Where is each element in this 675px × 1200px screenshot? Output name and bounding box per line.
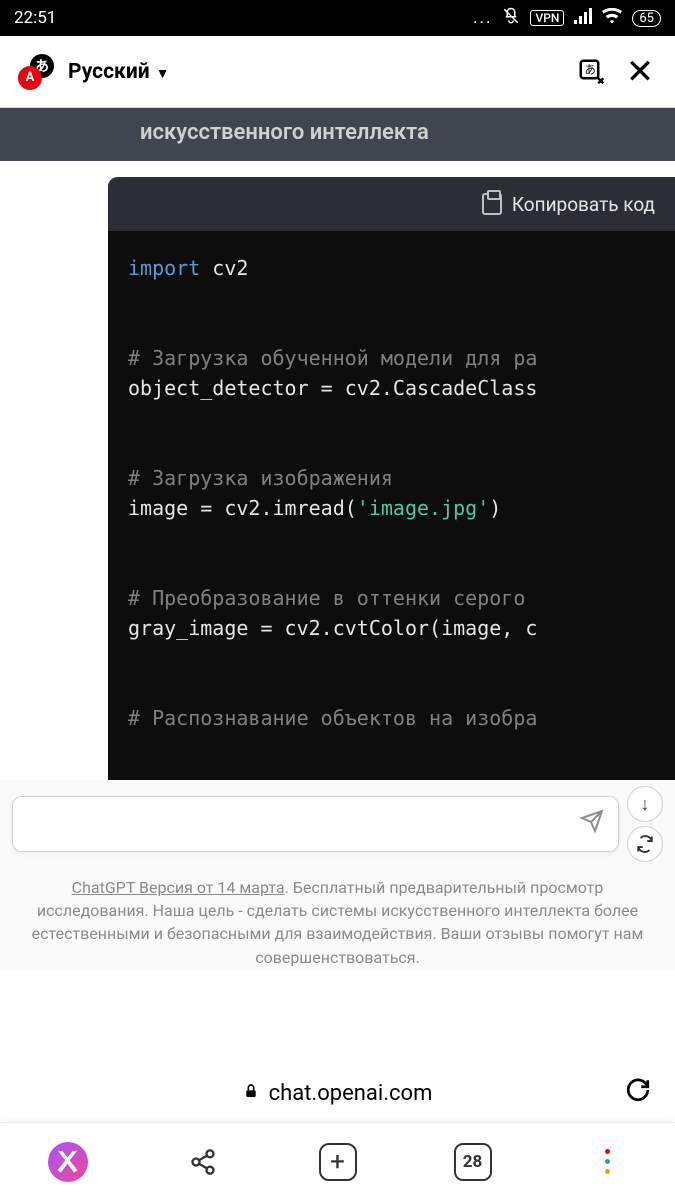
translate-logo-icon: あ A [18,54,54,90]
menu-button[interactable] [584,1138,632,1186]
vpn-badge: VPN [530,10,564,26]
chevron-down-icon: ▼ [156,66,170,82]
code-header: Копировать код [108,177,675,231]
assistant-text-fragment: искусственного интеллекта [0,118,675,161]
browser-bottom-nav: + 28 [0,1122,675,1200]
code-block: Копировать код import cv2 # Загрузка обу… [108,177,675,817]
message-input[interactable] [12,796,619,852]
battery-badge: 65 [632,10,661,27]
new-tab-button[interactable]: + [314,1138,362,1186]
wifi-icon [602,8,622,29]
version-link[interactable]: ChatGPT Версия от 14 марта [72,878,285,897]
mute-icon [502,7,520,30]
more-dots-icon: ... [473,8,492,28]
status-time: 22:51 [14,8,56,28]
reload-icon[interactable] [625,1077,651,1110]
language-label: Русский [68,60,150,84]
input-area: ↓ ChatGPT Версия от 14 марта. Бесплатный… [0,780,675,969]
yandex-logo-icon [48,1142,88,1182]
status-icons: ... VPN 65 [473,7,661,30]
home-button[interactable] [44,1138,92,1186]
language-selector[interactable]: Русский ▼ [68,60,169,84]
tabs-count: 28 [454,1143,492,1181]
signal-icon [574,8,592,29]
share-button[interactable] [179,1138,227,1186]
regenerate-button[interactable] [627,826,663,862]
content-separator [0,108,675,118]
status-bar: 22:51 ... VPN 65 [0,0,675,36]
clipboard-icon [482,193,502,215]
translate-bar: あ A Русский ▼ あ ✕ [0,36,675,108]
tabs-button[interactable]: 28 [449,1138,497,1186]
translate-settings-icon[interactable]: あ [575,55,609,89]
svg-text:あ: あ [585,63,596,76]
copy-code-button[interactable]: Копировать код [512,193,655,216]
code-content: import cv2 # Загрузка обученной модели д… [108,231,675,755]
scroll-down-button[interactable]: ↓ [627,786,663,822]
menu-dots-icon [605,1149,610,1174]
plus-icon: + [319,1143,357,1181]
url-text: chat.openai.com [269,1081,433,1106]
footer-disclaimer: ChatGPT Версия от 14 марта. Бесплатный п… [12,876,663,969]
lock-icon [243,1082,259,1105]
send-icon[interactable] [580,809,604,839]
close-icon[interactable]: ✕ [623,55,657,89]
url-bar[interactable]: chat.openai.com [0,1064,675,1122]
